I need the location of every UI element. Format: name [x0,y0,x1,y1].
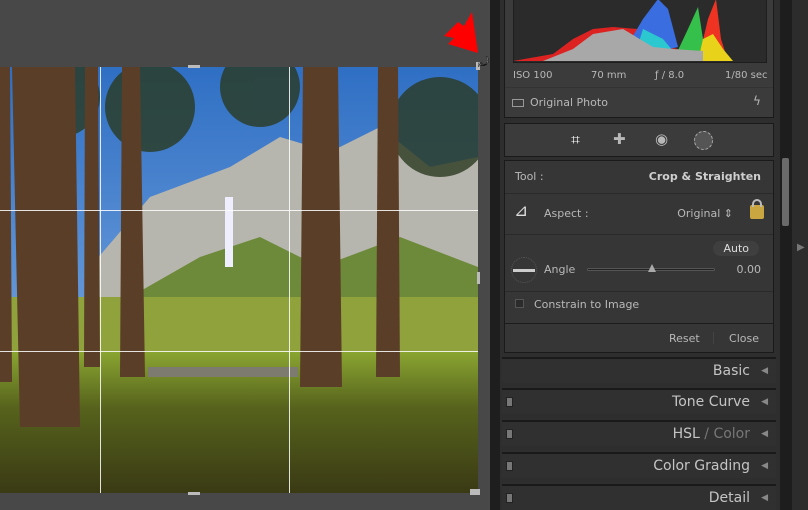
auto-button[interactable]: Auto [713,241,759,256]
section-detail[interactable]: Detail ◀ [502,484,776,510]
section-hsl-color[interactable]: HSL / Color ◀ [502,420,776,446]
angle-slider[interactable] [587,264,715,272]
grid-line [289,67,290,493]
panel-divider [490,0,500,510]
exif-shutter: 1/80 sec [725,70,768,81]
exif-aperture: ƒ / 8.0 [655,70,685,81]
constrain-label: Constrain to Image [534,298,640,311]
grid-line [0,210,478,211]
section-title: Detail [708,490,750,506]
red-eye-icon[interactable]: ◉ [655,130,668,148]
section-tone-curve[interactable]: Tone Curve ◀ [502,388,776,414]
scrollbar-thumb[interactable] [782,158,789,226]
crop-panel: Tool : Crop & Straighten ⊿ Aspect : Orig… [504,160,774,353]
expand-panel-triangle-icon[interactable]: ▶ [797,242,805,253]
crop-handle-bottom-right[interactable] [470,489,480,495]
angle-label: Angle [544,263,576,276]
panel-toggle-switch[interactable] [506,493,513,503]
constrain-checkbox[interactable] [515,299,524,308]
right-edge-strip: ▶ [792,0,808,510]
exif-focal-length: 70 mm [591,70,627,81]
flash-icon: ϟ [753,94,761,108]
tool-strip: ⌗ ✚ ◉ [504,123,774,157]
collapse-triangle-icon: ◀ [761,366,768,376]
mask-icon[interactable] [694,131,713,150]
collapse-triangle-icon: ◀ [761,429,768,439]
section-title: Basic [712,363,750,379]
rotate-cursor-icon: ⤾ [478,55,489,70]
healing-icon[interactable]: ✚ [613,130,626,148]
crop-handle-bottom[interactable] [188,492,200,495]
collapse-triangle-icon: ◀ [761,397,768,407]
red-arrow-annotation: ⤾ [444,12,489,70]
original-photo-label: Original Photo [530,96,608,109]
crop-handle-right[interactable] [477,272,480,284]
crop-photo[interactable] [0,67,478,493]
reset-button[interactable]: Reset [669,332,700,345]
crop-icon[interactable]: ⌗ [571,130,580,150]
section-basic[interactable]: Basic ◀ [502,357,776,383]
section-title-color[interactable]: / Color [700,426,750,442]
original-photo-icon[interactable] [512,99,524,107]
aspect-value: Original [677,207,721,220]
right-panel: ISO 100 70 mm ƒ / 8.0 1/80 sec Original … [500,0,780,510]
grid-line [100,67,101,493]
image-canvas: ⤾ [0,0,490,510]
tool-value: Crop & Straighten [648,170,761,183]
section-title: Color Grading [653,458,750,474]
angle-value[interactable]: 0.00 [737,263,762,276]
lock-icon[interactable] [750,199,764,219]
section-color-grading[interactable]: Color Grading ◀ [502,452,776,478]
photo-image [0,67,478,493]
collapse-triangle-icon: ◀ [761,461,768,471]
grid-line [0,351,478,352]
histogram [513,0,767,63]
angle-slider-thumb[interactable] [648,264,656,272]
panel-toggle-switch[interactable] [506,429,513,439]
tool-label: Tool : [515,170,544,183]
crop-handle-top[interactable] [188,65,200,68]
histogram-panel: ISO 100 70 mm ƒ / 8.0 1/80 sec Original … [504,0,774,118]
section-title: Tone Curve [672,394,750,410]
panel-scrollbar[interactable] [780,0,792,510]
panel-toggle-switch[interactable] [506,397,513,407]
aspect-label: Aspect : [544,207,589,220]
collapse-triangle-icon: ◀ [761,493,768,503]
crop-frame-tool-icon[interactable]: ⊿ [514,201,528,221]
exif-iso: ISO 100 [513,70,553,81]
panel-toggle-switch[interactable] [506,461,513,471]
section-title-hsl[interactable]: HSL [673,426,700,442]
straighten-tool-icon[interactable] [511,257,537,283]
aspect-dropdown[interactable]: Original ⇕ [677,207,733,220]
close-button[interactable]: Close [729,332,759,345]
